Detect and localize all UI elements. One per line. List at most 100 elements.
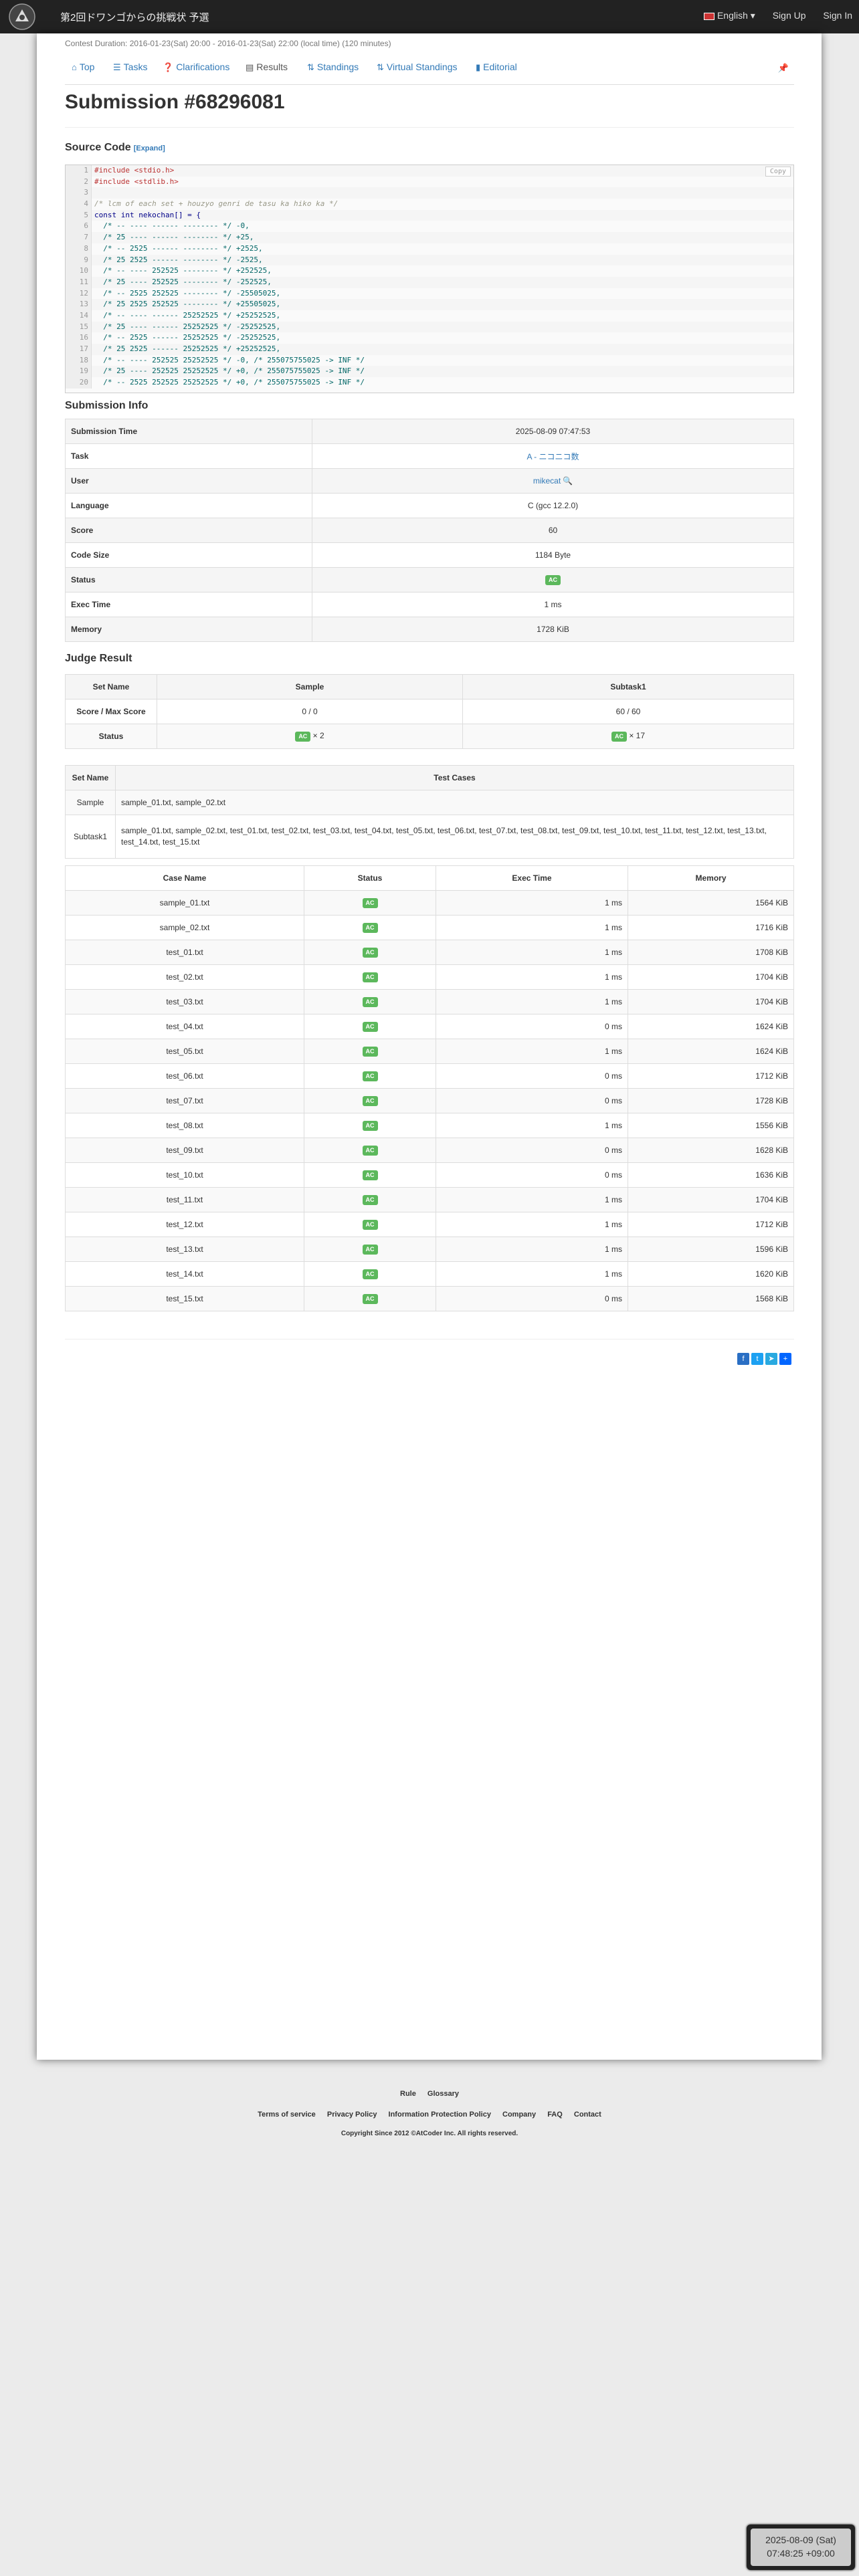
case-name: test_07.txt [65, 1088, 304, 1113]
score-row: Score / Max Score 0 / 0 60 / 60 [65, 699, 794, 724]
code-text: /* -- 2525 252525 25252525 */ +0, /* 255… [94, 378, 365, 387]
case-name: test_12.txt [65, 1212, 304, 1237]
code-text: /* 25 ---- 252525 25252525 */ +0, /* 255… [94, 366, 365, 376]
case-status: AC [304, 1162, 436, 1188]
footer-link-company[interactable]: Company [502, 2111, 536, 2119]
status-row: Status AC × 2 AC × 17 [65, 724, 794, 749]
footer-link-contact[interactable]: Contact [574, 2111, 601, 2119]
language-menu[interactable]: English ▾ [703, 10, 755, 21]
code-text: const int nekochan[] = { [94, 210, 201, 219]
case-status: AC [304, 1286, 436, 1311]
case-memory: 1704 KiB [628, 989, 794, 1014]
info-key: Score [65, 518, 312, 543]
subtask1-count: × 17 [629, 731, 646, 740]
twitter-icon[interactable]: t [751, 1353, 763, 1365]
footer-link-info-protection[interactable]: Information Protection Policy [389, 2111, 491, 2119]
sample-status: AC × 2 [157, 724, 463, 749]
case-exec-time: 1 ms [436, 915, 628, 940]
code-line: 4/* lcm of each set + houzyo genri de ta… [66, 199, 793, 210]
case-memory: 1568 KiB [628, 1286, 794, 1311]
case-exec-time: 0 ms [436, 1088, 628, 1113]
case-memory: 1628 KiB [628, 1138, 794, 1163]
case-exec-time: 1 ms [436, 1113, 628, 1138]
code-line: 8 /* -- 2525 ------ -------- */ +2525, [66, 243, 793, 255]
pin-icon[interactable]: 📌 [778, 63, 789, 74]
tab-results[interactable]: ▤ Results [246, 62, 288, 73]
info-value: AC [312, 567, 794, 593]
case-row: test_08.txt AC 1 ms 1556 KiB [65, 1113, 794, 1138]
task-link[interactable]: A - ニコニコ数 [527, 452, 579, 461]
sign-up-link[interactable]: Sign Up [773, 10, 806, 21]
footer-link-glossary[interactable]: Glossary [427, 2090, 459, 2098]
th-exec-time: Exec Time [436, 865, 628, 891]
line-number: 16 [66, 332, 92, 344]
footer-link-terms[interactable]: Terms of service [258, 2111, 316, 2119]
user-link[interactable]: mikecat [533, 476, 561, 486]
case-memory: 1620 KiB [628, 1261, 794, 1287]
book-icon: ▮ [476, 62, 481, 72]
tab-editorial[interactable]: ▮ Editorial [476, 62, 517, 73]
source-code-heading: Source Code [Expand] [65, 142, 165, 153]
case-exec-time: 1 ms [436, 890, 628, 916]
nav-right: English ▾ Sign Up Sign In [689, 10, 852, 21]
tab-top[interactable]: ⌂ Top [72, 62, 94, 72]
expand-link[interactable]: [Expand] [134, 144, 165, 152]
case-memory: 1556 KiB [628, 1113, 794, 1138]
contest-brand[interactable]: 第2回ドワンゴからの挑戦状 予選 [60, 10, 209, 24]
score-label: Score / Max Score [65, 699, 157, 724]
sample-score: 0 / 0 [157, 699, 463, 724]
tab-virtual-standings[interactable]: ⇅ Virtual Standings [377, 62, 458, 73]
footer-link-privacy[interactable]: Privacy Policy [327, 2111, 377, 2119]
info-key: Exec Time [65, 592, 312, 617]
ac-badge: AC [545, 575, 561, 585]
line-number: 9 [66, 254, 92, 266]
ac-badge: AC [362, 1220, 378, 1230]
tab-clarifications[interactable]: ❓ Clarifications [163, 62, 229, 73]
share-plus-icon[interactable]: + [779, 1353, 791, 1365]
copy-button[interactable]: Copy [765, 167, 791, 177]
ac-badge: AC [362, 1071, 378, 1081]
share-buttons: f t ➤ + [735, 1353, 794, 1365]
judge-result-table: Set Name Sample Subtask1 Score / Max Sco… [65, 674, 794, 749]
clock-time: 07:48:25 +09:00 [767, 2548, 835, 2559]
search-icon[interactable]: 🔍 [563, 476, 573, 486]
test-cases-cell: sample_01.txt, sample_02.txt [115, 790, 794, 815]
info-value: C (gcc 12.2.0) [312, 493, 794, 518]
info-row: Language C (gcc 12.2.0) [65, 493, 794, 518]
atcoder-logo-icon[interactable] [8, 3, 36, 31]
tab-standings[interactable]: ⇅ Standings [307, 62, 359, 73]
line-number: 11 [66, 276, 92, 288]
case-memory: 1636 KiB [628, 1162, 794, 1188]
code-line: 9 /* 25 2525 ------ -------- */ -2525, [66, 254, 793, 266]
line-number: 2 [66, 176, 92, 188]
footer-link-rule[interactable]: Rule [400, 2090, 416, 2098]
case-status: AC [304, 964, 436, 990]
ac-badge: AC [362, 1121, 378, 1131]
case-memory: 1704 KiB [628, 1187, 794, 1212]
case-name: test_10.txt [65, 1162, 304, 1188]
ac-badge: AC [362, 898, 378, 908]
info-key: Submission Time [65, 419, 312, 444]
test-cases-cell: sample_01.txt, sample_02.txt, test_01.tx… [115, 815, 794, 859]
info-row: User mikecat 🔍 [65, 468, 794, 494]
tab-tasks[interactable]: ☰ Tasks [113, 62, 147, 73]
facebook-icon[interactable]: f [737, 1353, 749, 1365]
case-name: test_02.txt [65, 964, 304, 990]
line-number: 3 [66, 187, 92, 199]
sign-in-link[interactable]: Sign In [823, 10, 852, 21]
telegram-icon[interactable]: ➤ [765, 1353, 777, 1365]
case-row: test_11.txt AC 1 ms 1704 KiB [65, 1187, 794, 1212]
code-line: 1 #include <stdio.h> [66, 165, 793, 177]
case-status: AC [304, 1014, 436, 1039]
case-row: test_10.txt AC 0 ms 1636 KiB [65, 1162, 794, 1188]
footer-link-faq[interactable]: FAQ [547, 2111, 563, 2119]
divider [65, 127, 794, 128]
case-status: AC [304, 1261, 436, 1287]
code-text: #include <stdlib.h> [94, 177, 179, 186]
ac-badge: AC [611, 732, 627, 742]
code-text: /* -- 2525 ------ -------- */ +2525, [94, 243, 263, 253]
code-text: #include <stdio.h> [94, 166, 175, 175]
code-text: /* -- ---- 252525 -------- */ +252525, [94, 266, 272, 276]
source-code-block[interactable]: Copy 1 #include <stdio.h> 2 #include <stdli… [65, 165, 794, 393]
code-line: 19 /* 25 ---- 252525 25252525 */ +0, /* … [66, 366, 793, 378]
